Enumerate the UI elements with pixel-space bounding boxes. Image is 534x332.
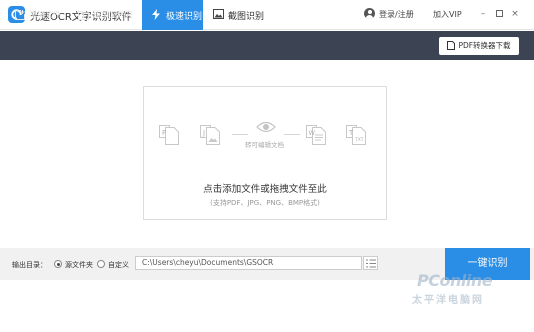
file-drop-zone[interactable]: P J 转可编辑文档 W TXT T 点击添加文件或拖拽文件至此 (支持PDF、… <box>143 86 387 220</box>
svg-text:T: T <box>348 129 354 137</box>
image-file-icon: J <box>200 125 220 145</box>
image-icon <box>213 9 224 19</box>
minimize-button[interactable]: – <box>477 7 489 21</box>
word-file-icon: W <box>306 125 326 145</box>
add-file-button[interactable]: 添加文件 <box>15 9 61 20</box>
add-file-label: 添加文件 <box>29 10 61 19</box>
lightning-icon <box>152 9 160 20</box>
radio-source-folder[interactable] <box>54 260 62 268</box>
user-icon[interactable] <box>364 8 375 19</box>
tab-fast-recognition[interactable]: 极速识别 <box>142 0 203 30</box>
folder-list-icon <box>366 259 376 268</box>
watermark-line2: 太平洋电脑网 <box>412 295 484 306</box>
browse-folder-button[interactable] <box>363 256 378 270</box>
jpg-letter: J <box>202 129 205 137</box>
close-button[interactable]: × <box>509 7 521 21</box>
maximize-button[interactable] <box>493 7 505 21</box>
arrow-line-left <box>232 134 248 135</box>
txt-file-icon: TXT T <box>346 125 366 145</box>
join-vip-link[interactable]: 加入VIP <box>433 9 462 20</box>
tab-screenshot-recognition[interactable]: 截图识别 <box>203 0 270 30</box>
add-folder-label: 添加文件夹 <box>93 10 133 19</box>
radio-source-folder-label[interactable]: 源文件夹 <box>65 260 93 270</box>
app-window: 光速OCR文字识别软件 极速识别 截图识别 登录/注册 加入VIP – × 添加… <box>0 0 534 332</box>
word-letter: W <box>309 129 316 137</box>
add-folder-icon <box>78 10 89 20</box>
pdf-converter-download-button[interactable]: PDF转换器下载 <box>439 37 519 55</box>
pdf-icon <box>447 40 456 50</box>
output-path-field[interactable]: C:\Users\cheyu\Documents\GSOCR <box>135 256 362 270</box>
add-file-icon <box>15 9 25 20</box>
pdf-letter: P <box>162 129 166 137</box>
eye-icon <box>256 121 276 133</box>
tab-label: 截图识别 <box>228 12 265 22</box>
drop-instruction: 点击添加文件或拖拽文件至此 <box>203 184 327 195</box>
pdf-converter-label: PDF转换器下载 <box>458 41 511 50</box>
output-directory-label: 输出目录： <box>12 261 47 269</box>
maximize-icon <box>495 10 503 17</box>
pdf-file-icon: P <box>159 125 179 145</box>
radio-custom-label[interactable]: 自定义 <box>108 260 129 270</box>
supported-formats: (支持PDF、JPG、PNG、BMP格式) <box>210 199 320 207</box>
txt-letter: TXT <box>354 137 364 143</box>
radio-custom[interactable] <box>97 260 105 268</box>
tab-label: 极速识别 <box>166 12 203 22</box>
convert-editable-label: 转可编辑文档 <box>245 141 284 149</box>
arrow-line-right <box>284 134 300 135</box>
add-folder-button[interactable]: 添加文件夹 <box>78 9 133 20</box>
one-click-ocr-button[interactable]: 一键识别 <box>445 248 530 280</box>
login-link[interactable]: 登录/注册 <box>379 9 414 20</box>
